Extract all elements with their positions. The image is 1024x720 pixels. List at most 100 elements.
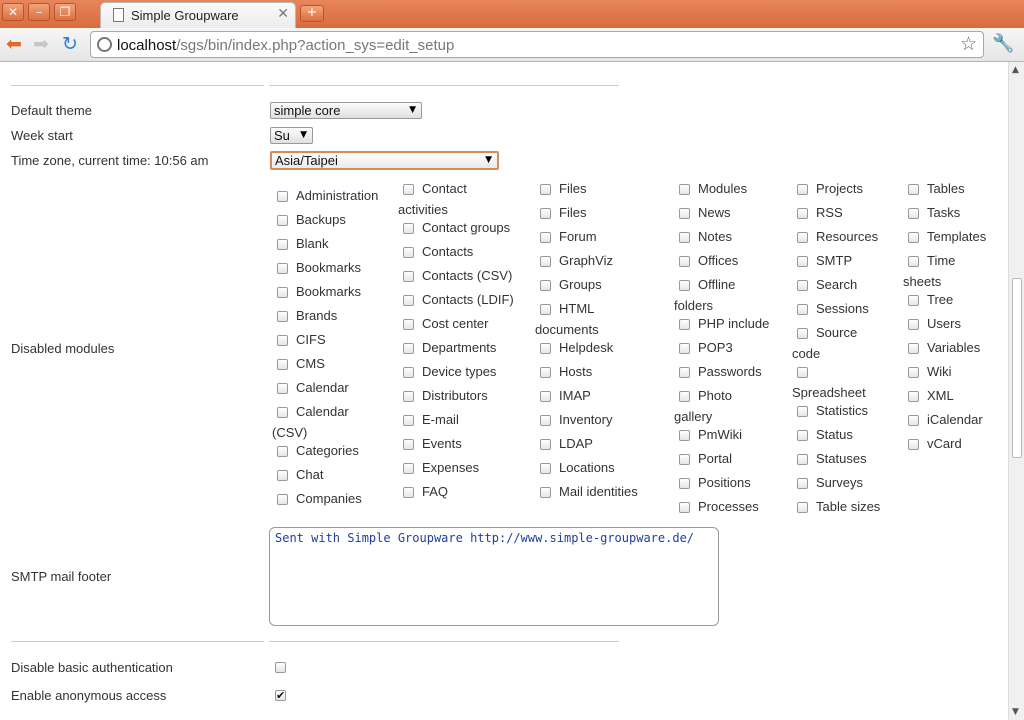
checkbox[interactable] [540,391,551,402]
checkbox[interactable] [679,367,690,378]
time-zone-select[interactable]: Asia/Taipei ▼ [270,151,499,170]
checkbox[interactable] [277,383,288,394]
checkbox[interactable] [797,406,808,417]
checkbox[interactable] [679,319,690,330]
checkbox[interactable] [403,367,414,378]
forward-arrow-icon[interactable]: ➡ [33,33,49,55]
checkbox[interactable] [908,208,919,219]
checkbox[interactable] [540,415,551,426]
checkbox[interactable] [679,478,690,489]
close-tab-icon[interactable]: ✕ [277,6,289,22]
checkbox[interactable] [403,463,414,474]
checkbox[interactable] [908,343,919,354]
wrench-icon[interactable]: 🔧 [992,33,1014,54]
checkbox[interactable] [908,232,919,243]
checkbox[interactable] [277,215,288,226]
checkbox[interactable] [403,223,414,234]
checkbox[interactable] [797,430,808,441]
checkbox[interactable] [679,454,690,465]
scroll-up-icon[interactable]: ▲ [1012,65,1019,75]
smtp-footer-textarea[interactable]: Sent with Simple Groupware http://www.si… [269,527,719,626]
checkbox[interactable] [679,391,690,402]
checkbox[interactable] [403,439,414,450]
maximize-window-button[interactable]: ❐ [54,3,76,21]
vertical-scrollbar[interactable]: ▲ ▼ [1008,62,1024,720]
checkbox[interactable] [403,319,414,330]
checkbox[interactable] [403,247,414,258]
checkbox[interactable] [797,502,808,513]
checkbox[interactable] [277,470,288,481]
checkbox[interactable] [797,208,808,219]
checkbox[interactable] [540,280,551,291]
checkbox[interactable] [908,319,919,330]
checkbox[interactable] [403,487,414,498]
checkbox[interactable] [679,256,690,267]
checkbox[interactable] [679,343,690,354]
checkbox[interactable] [908,256,919,267]
week-start-select[interactable]: Su ▼ [270,127,313,144]
enable-anonymous-checkbox[interactable]: ✔ [275,690,286,701]
reload-icon[interactable]: ↻ [62,33,78,55]
checkbox[interactable] [797,304,808,315]
checkbox[interactable] [277,407,288,418]
checkbox[interactable] [797,232,808,243]
checkbox[interactable] [540,487,551,498]
checkbox[interactable] [797,280,808,291]
minimize-window-button[interactable]: – [28,3,50,21]
browser-tab[interactable]: Simple Groupware ✕ [100,2,296,28]
checkbox[interactable] [540,439,551,450]
checkbox[interactable] [679,184,690,195]
checkbox[interactable] [277,287,288,298]
checkbox[interactable] [797,367,808,378]
default-theme-select[interactable]: simple core ▼ [270,102,422,119]
checkbox[interactable] [277,239,288,250]
checkbox[interactable] [277,263,288,274]
checkbox[interactable] [277,446,288,457]
checkbox[interactable] [277,311,288,322]
checkbox[interactable] [797,184,808,195]
checkbox[interactable] [540,367,551,378]
checkbox[interactable] [277,494,288,505]
checkbox[interactable] [679,280,690,291]
module-label: Chat [296,467,324,482]
checkbox[interactable] [540,184,551,195]
checkbox[interactable] [679,430,690,441]
checkbox[interactable] [797,478,808,489]
address-bar[interactable]: localhost/sgs/bin/index.php?action_sys=e… [90,31,984,58]
new-tab-button[interactable]: + [300,5,324,22]
checkbox[interactable] [403,184,414,195]
checkbox[interactable] [403,271,414,282]
scroll-down-icon[interactable]: ▼ [1012,707,1019,717]
checkbox[interactable] [403,295,414,306]
checkbox[interactable] [540,304,551,315]
scrollbar-thumb[interactable] [1012,278,1022,458]
checkbox[interactable] [908,415,919,426]
checkbox[interactable] [679,208,690,219]
checkbox[interactable] [540,343,551,354]
checkbox[interactable] [797,454,808,465]
checkbox[interactable] [277,335,288,346]
back-arrow-icon[interactable]: ⬅ [6,33,22,55]
checkbox[interactable] [540,208,551,219]
checkbox[interactable] [403,415,414,426]
checkbox[interactable] [908,391,919,402]
checkbox[interactable] [403,391,414,402]
checkbox[interactable] [540,232,551,243]
checkbox[interactable] [797,328,808,339]
checkbox[interactable] [908,439,919,450]
checkbox[interactable] [908,184,919,195]
close-window-button[interactable]: ✕ [2,3,24,21]
checkbox[interactable] [540,463,551,474]
checkbox[interactable] [277,191,288,202]
module-label: Administration [296,188,379,203]
checkbox[interactable] [679,502,690,513]
checkbox[interactable] [797,256,808,267]
checkbox[interactable] [679,232,690,243]
disable-basic-auth-checkbox[interactable] [275,662,286,673]
checkbox[interactable] [277,359,288,370]
checkbox[interactable] [403,343,414,354]
checkbox[interactable] [908,367,919,378]
bookmark-star-icon[interactable]: ☆ [960,33,977,55]
checkbox[interactable] [908,295,919,306]
checkbox[interactable] [540,256,551,267]
